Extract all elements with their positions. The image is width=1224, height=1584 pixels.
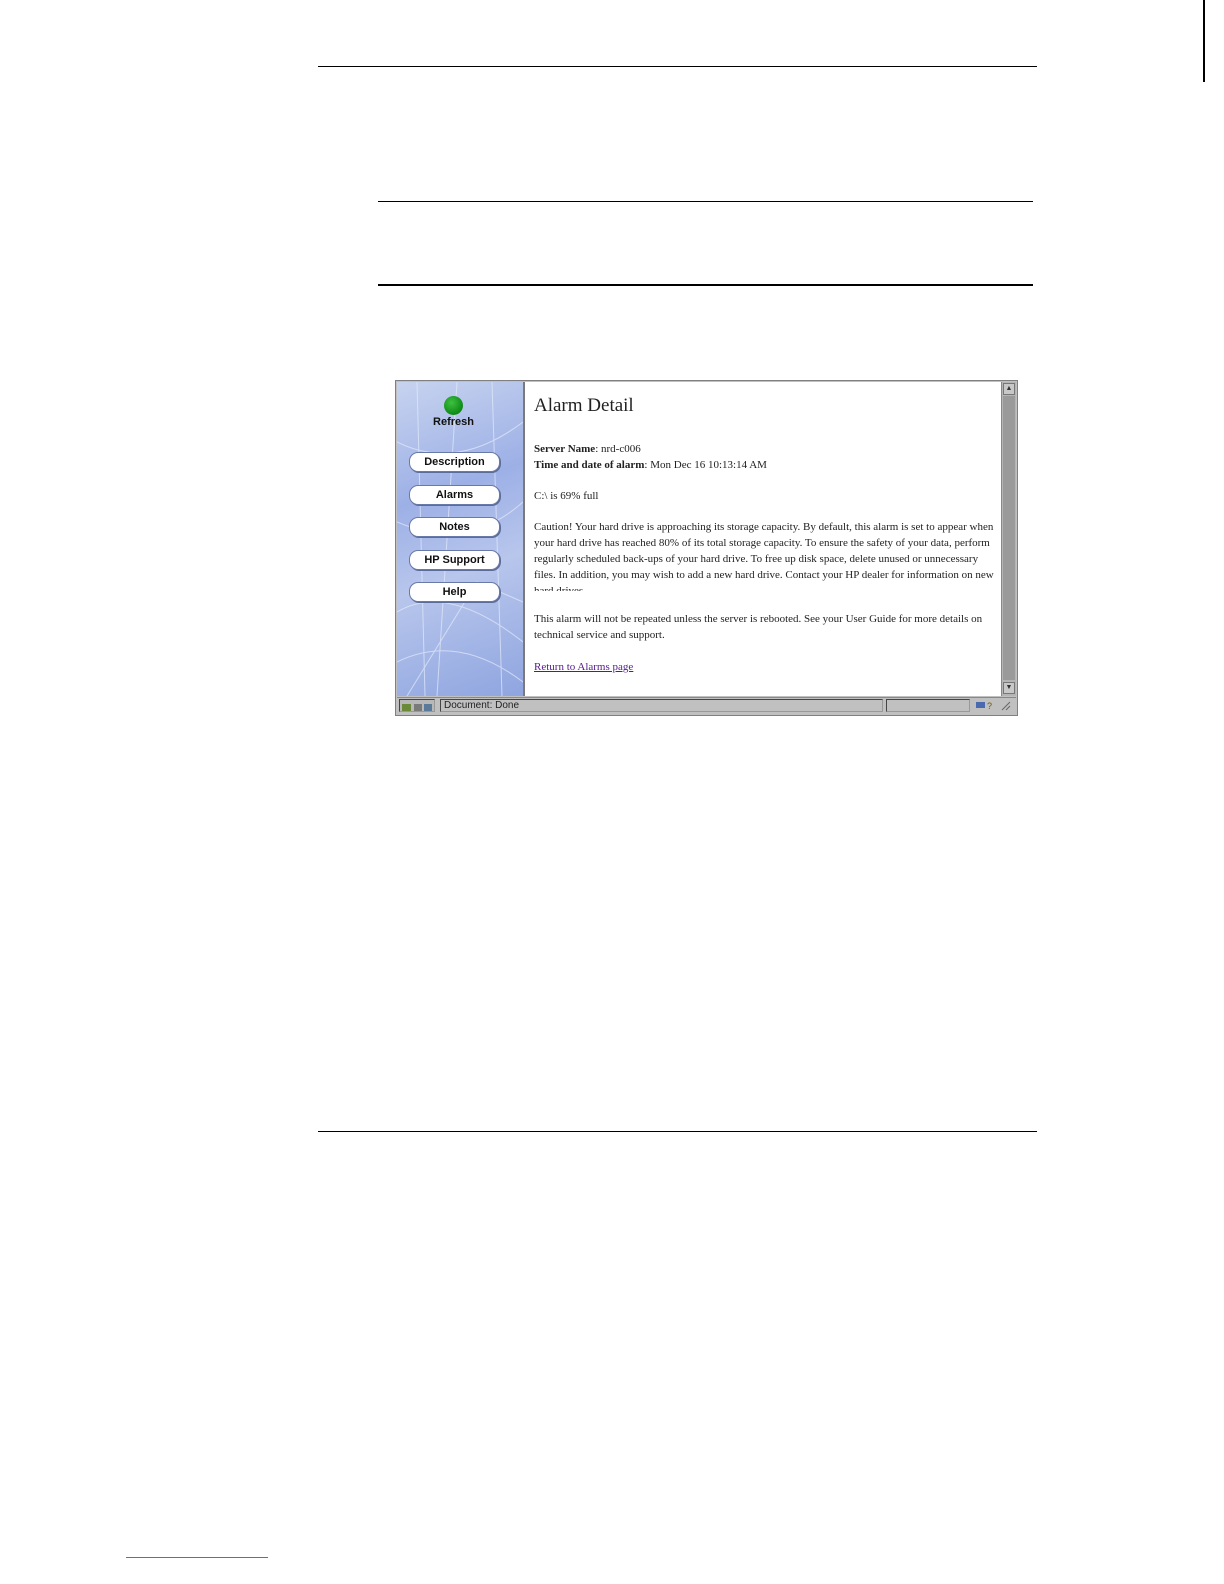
bottom-rule (318, 1131, 1037, 1132)
alarms-button[interactable]: Alarms (409, 485, 500, 505)
footer-link-line (126, 1557, 268, 1558)
page-margin-line (1203, 0, 1205, 82)
help-button[interactable]: Help (409, 582, 500, 602)
description-button[interactable]: Description (409, 452, 500, 472)
vertical-scrollbar[interactable]: ▲ ▼ (1001, 382, 1016, 696)
refresh-label[interactable]: Refresh (397, 416, 510, 428)
hp-support-button[interactable]: HP Support (409, 550, 500, 570)
scroll-down-icon[interactable]: ▼ (1003, 682, 1015, 694)
browser-window-screenshot: Refresh Description Alarms Notes HP Supp… (395, 380, 1018, 716)
svg-text:?: ? (987, 701, 992, 711)
refresh-icon[interactable] (444, 396, 463, 415)
status-bar: Document: Done ? (397, 697, 1016, 714)
top-rule (318, 66, 1037, 67)
alarm-detail-panel: Alarm Detail Server Name: nrd-c006 Time … (523, 382, 1001, 696)
alarm-time-line: Time and date of alarm: Mon Dec 16 10:13… (534, 459, 767, 471)
server-name-value: nrd-c006 (601, 443, 641, 455)
server-name-label: Server Name (534, 443, 596, 455)
status-icons-graphic (402, 704, 432, 711)
scroll-up-icon[interactable]: ▲ (1003, 383, 1015, 395)
sidebar-background-pattern (397, 382, 523, 696)
page-title: Alarm Detail (534, 395, 634, 416)
alarm-time-label: Time and date of alarm (534, 459, 645, 471)
caution-paragraph: Caution! Your hard drive is approaching … (534, 521, 994, 591)
notes-button[interactable]: Notes (409, 517, 500, 537)
sidebar-nav: Refresh Description Alarms Notes HP Supp… (397, 382, 523, 696)
server-name-line: Server Name: nrd-c006 (534, 443, 641, 455)
alarm-time-value: Mon Dec 16 10:13:14 AM (650, 459, 767, 471)
section-rule-upper (378, 201, 1033, 202)
repeat-note: This alarm will not be repeated unless t… (534, 613, 983, 641)
status-text: Document: Done (440, 699, 883, 712)
return-to-alarms-link[interactable]: Return to Alarms page (534, 659, 996, 675)
security-status-icon[interactable] (399, 699, 435, 712)
status-tray: ? (974, 699, 1014, 712)
section-rule-lower (378, 284, 1033, 286)
scroll-thumb[interactable] (1003, 396, 1015, 680)
status-progress-field (886, 699, 970, 712)
disk-usage-text: C:\ is 69% full (534, 490, 599, 502)
tray-icons: ? (976, 701, 1011, 711)
